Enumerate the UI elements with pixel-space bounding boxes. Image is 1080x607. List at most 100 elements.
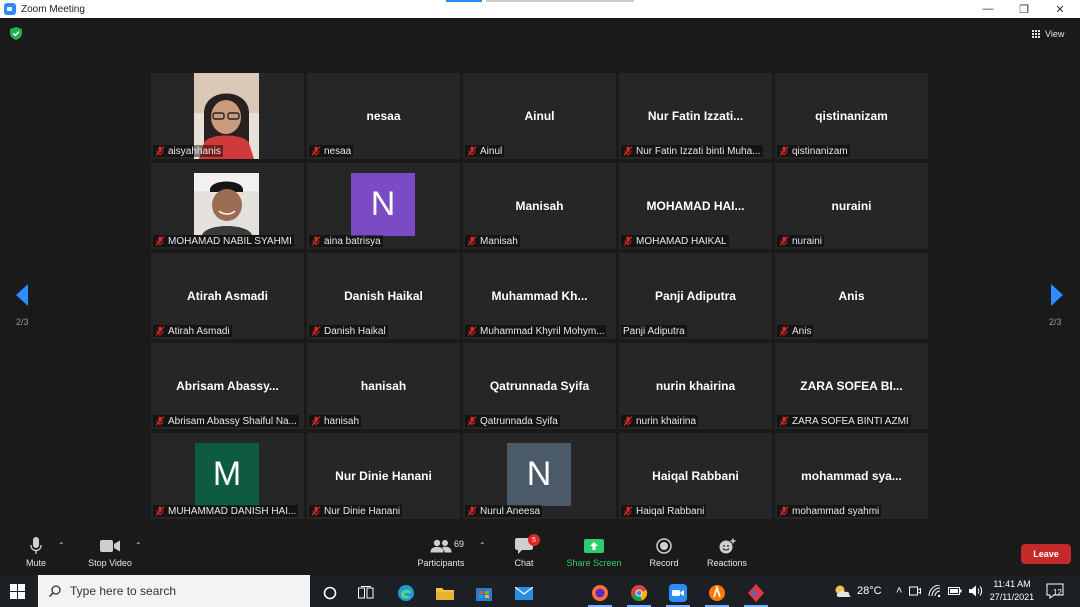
title-inactive-indicator	[486, 0, 634, 2]
participant-tile[interactable]: Nur Dinie Hanani Nur Dinie Hanani	[307, 433, 460, 519]
audio-options-chevron-up-icon[interactable]: ⌃	[58, 541, 65, 550]
participant-name-label: mohammad syahmi	[777, 505, 882, 517]
muted-mic-icon	[779, 236, 789, 246]
participant-tile[interactable]: Muhammad Kh... Muhammad Khyril Mohym...	[463, 253, 616, 339]
weather-temperature: 28°C	[857, 585, 882, 597]
record-button[interactable]: Record	[632, 537, 696, 568]
participant-display-name: nuraini	[831, 199, 872, 213]
participant-name-label: nesaa	[309, 145, 354, 157]
reactions-label: Reactions	[706, 558, 748, 568]
participant-name-text: aisyahhanis	[168, 145, 221, 157]
system-tray: ˄	[896, 575, 983, 607]
zoom-taskbar-icon[interactable]	[660, 579, 696, 607]
share-screen-button[interactable]: Share Screen	[562, 537, 626, 568]
windows-taskbar: Type here to search 28°C ˄ 11:41 AM 27/1…	[0, 575, 1080, 607]
view-button[interactable]: View	[1032, 27, 1064, 41]
stop-video-button[interactable]: Stop Video	[78, 537, 142, 568]
participant-tile[interactable]: Haiqal Rabbani Haiqal Rabbani	[619, 433, 772, 519]
participant-tile[interactable]: ZARA SOFEA BI... ZARA SOFEA BINTI AZMI	[775, 343, 928, 429]
participant-tile[interactable]: Ainul Ainul	[463, 73, 616, 159]
encryption-shield-icon[interactable]	[10, 27, 22, 40]
participant-tile[interactable]: Panji Adiputra Panji Adiputra	[619, 253, 772, 339]
windows-start-icon[interactable]	[10, 584, 25, 599]
participant-display-name: Atirah Asmadi	[187, 289, 268, 303]
participant-tile[interactable]: hanisah hanisah	[307, 343, 460, 429]
participant-name-text: qistinanizam	[792, 145, 848, 157]
muted-mic-icon	[779, 146, 789, 156]
taskbar-clock[interactable]: 11:41 AM 27/11/2021	[988, 578, 1036, 604]
cortana-circle-icon[interactable]	[312, 579, 348, 607]
participant-name-label: Manisah	[465, 235, 520, 247]
muted-mic-icon	[623, 236, 633, 246]
close-button[interactable]: ✕	[1042, 0, 1078, 18]
chat-label: Chat	[514, 558, 534, 568]
participant-name-label: Anis	[777, 325, 814, 337]
meet-now-icon[interactable]	[909, 585, 922, 597]
firefox-icon[interactable]	[582, 579, 618, 607]
taskbar-search-box[interactable]: Type here to search	[38, 575, 310, 607]
participant-name-label: MOHAMAD HAIKAL	[621, 235, 729, 247]
participant-tile[interactable]: aisyahhanis	[151, 73, 304, 159]
video-options-chevron-up-icon[interactable]: ⌃	[135, 541, 142, 550]
participant-tile[interactable]: Anis Anis	[775, 253, 928, 339]
participant-tile[interactable]: nurin khairina nurin khairina	[619, 343, 772, 429]
speaker-volume-icon[interactable]	[969, 585, 983, 597]
participant-tile[interactable]: Atirah Asmadi Atirah Asmadi	[151, 253, 304, 339]
participant-name-label: MUHAMMAD DANISH HAI...	[153, 505, 299, 517]
task-view-icon[interactable]	[348, 579, 384, 607]
view-button-label: View	[1045, 29, 1065, 39]
participant-name-label: nurin khairina	[621, 415, 699, 427]
app-pinned-icon[interactable]	[738, 579, 774, 607]
participant-tile[interactable]: qistinanizam qistinanizam	[775, 73, 928, 159]
chat-button[interactable]: 5 Chat	[492, 534, 556, 568]
chrome-icon[interactable]	[621, 579, 657, 607]
leave-button[interactable]: Leave	[1021, 544, 1071, 564]
participant-tile[interactable]: Manisah Manisah	[463, 163, 616, 249]
participant-tile[interactable]: MOHAMAD NABIL SYAHMI	[151, 163, 304, 249]
participant-tile[interactable]: Danish Haikal Danish Haikal	[307, 253, 460, 339]
muted-mic-icon	[155, 416, 165, 426]
participant-tile[interactable]: nuraini nuraini	[775, 163, 928, 249]
participant-tile[interactable]: Qatrunnada Syifa Qatrunnada Syifa	[463, 343, 616, 429]
previous-page-arrow-icon[interactable]	[15, 284, 29, 306]
participant-display-name: Nur Fatin Izzati...	[647, 109, 744, 123]
restore-button[interactable]: ❐	[1006, 0, 1042, 18]
participant-name-text: Atirah Asmadi	[168, 325, 230, 337]
participant-display-name: MOHAMAD HAI...	[646, 199, 745, 213]
next-page-arrow-icon[interactable]	[1050, 284, 1064, 306]
participant-tile[interactable]: Abrisam Abassy... Abrisam Abassy Shaiful …	[151, 343, 304, 429]
participant-tile[interactable]: Naina batrisya	[307, 163, 460, 249]
participant-name-text: MOHAMAD HAIKAL	[636, 235, 727, 247]
participants-button[interactable]: 69 Participants	[409, 537, 473, 568]
record-label: Record	[649, 558, 679, 568]
avast-icon[interactable]	[699, 579, 735, 607]
participant-tile[interactable]: Nur Fatin Izzati... Nur Fatin Izzati bint…	[619, 73, 772, 159]
participant-display-name: nurin khairina	[655, 379, 736, 393]
notification-center-button[interactable]: 12	[1046, 575, 1064, 607]
reactions-button[interactable]: Reactions	[695, 537, 759, 568]
participants-options-chevron-up-icon[interactable]: ⌃	[479, 541, 486, 550]
participant-tile[interactable]: nesaa nesaa	[307, 73, 460, 159]
video-camera-icon	[100, 540, 120, 552]
participant-name-text: ZARA SOFEA BINTI AZMI	[792, 415, 909, 427]
participant-tile[interactable]: N Nurul Aneesa	[463, 433, 616, 519]
clock-time: 11:41 AM	[993, 579, 1031, 589]
wifi-icon[interactable]	[928, 585, 941, 597]
battery-icon[interactable]	[948, 586, 962, 596]
participant-name-label: Nurul Aneesa	[465, 505, 543, 517]
participant-name-text: Manisah	[480, 235, 518, 247]
edge-browser-icon[interactable]	[388, 579, 424, 607]
stop-video-label: Stop Video	[88, 558, 132, 568]
microsoft-store-icon[interactable]	[466, 579, 502, 607]
minimize-button[interactable]: —	[970, 0, 1006, 18]
participant-name-label: Panji Adiputra	[621, 325, 687, 337]
tray-chevron-up-icon[interactable]: ˄	[896, 585, 902, 597]
participant-name-text: Panji Adiputra	[623, 325, 685, 337]
file-explorer-icon[interactable]	[427, 579, 463, 607]
mail-icon[interactable]	[506, 579, 542, 607]
participant-tile[interactable]: mohammad sya... mohammad syahmi	[775, 433, 928, 519]
weather-widget[interactable]: 28°C	[834, 575, 882, 607]
clock-date: 27/11/2021	[989, 592, 1035, 602]
participant-tile[interactable]: MOHAMAD HAI... MOHAMAD HAIKAL	[619, 163, 772, 249]
participant-tile[interactable]: M MUHAMMAD DANISH HAI...	[151, 433, 304, 519]
